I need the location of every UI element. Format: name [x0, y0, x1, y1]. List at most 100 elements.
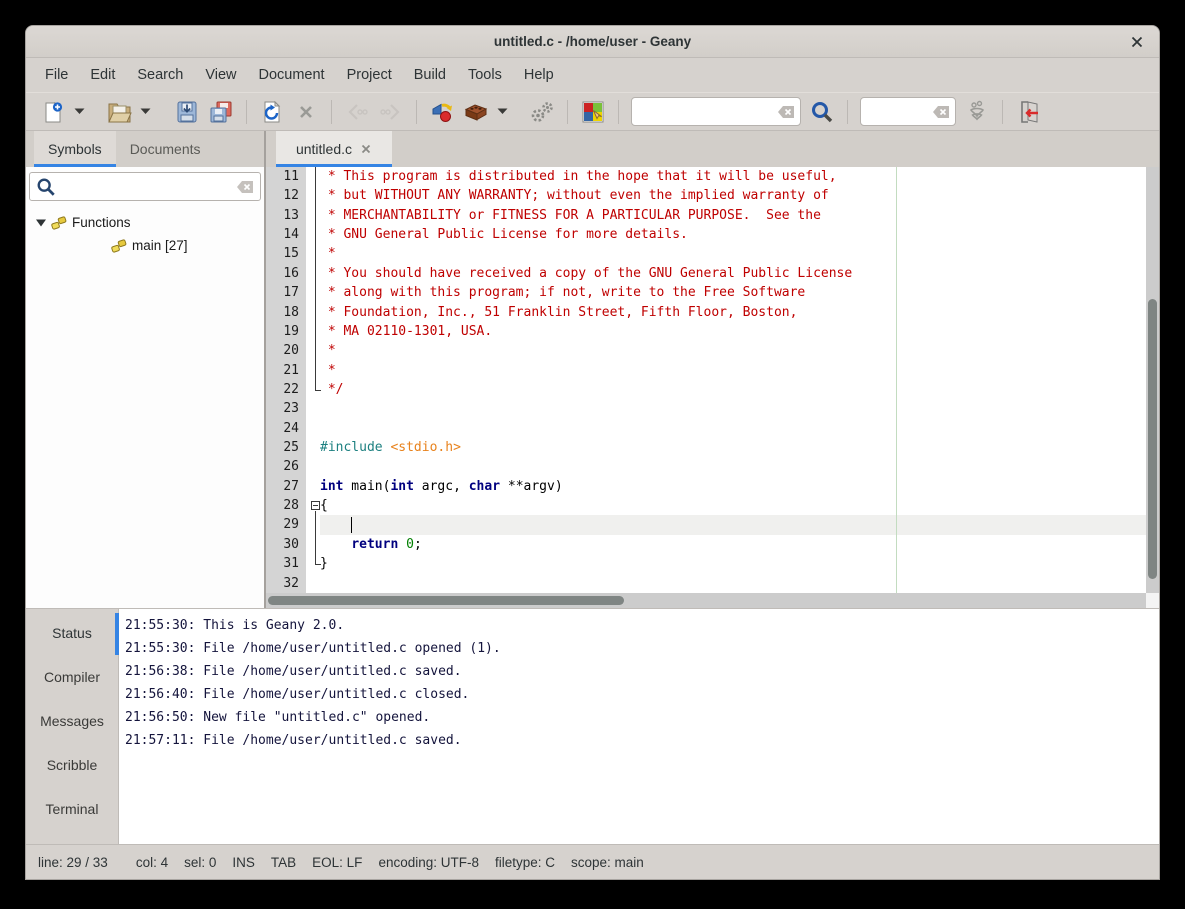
save-icon	[175, 100, 199, 124]
goto-line-button[interactable]	[960, 96, 994, 128]
line-number: 14	[266, 225, 306, 244]
bottom-tab-messages[interactable]: Messages	[26, 699, 118, 743]
fold-margin	[306, 574, 320, 593]
code-line[interactable]: 19 * MA 02110-1301, USA.	[266, 322, 1159, 341]
menu-file[interactable]: File	[34, 61, 79, 89]
code-line[interactable]: 21 *	[266, 361, 1159, 380]
navigate-back-button[interactable]	[340, 96, 374, 128]
bottom-tab-status[interactable]: Status	[26, 611, 118, 655]
menu-search[interactable]: Search	[126, 61, 194, 89]
new-file-button[interactable]	[36, 96, 70, 128]
save-all-button[interactable]	[204, 96, 238, 128]
new-file-menu-button[interactable]	[70, 96, 88, 128]
menu-document[interactable]: Document	[248, 61, 336, 89]
vertical-scrollbar-thumb[interactable]	[1148, 299, 1157, 579]
code-line[interactable]: 23	[266, 399, 1159, 418]
expander-icon[interactable]	[36, 219, 46, 227]
clear-entry-icon[interactable]	[932, 105, 950, 119]
toolbar-search-entry[interactable]	[631, 97, 801, 126]
navigate-forward-button[interactable]	[374, 96, 408, 128]
fold-margin	[306, 399, 320, 418]
menu-project[interactable]: Project	[336, 61, 403, 89]
code-line[interactable]: 14 * GNU General Public License for more…	[266, 225, 1159, 244]
quit-button[interactable]	[1011, 96, 1045, 128]
code-line[interactable]: 20 *	[266, 341, 1159, 360]
fold-margin	[306, 457, 320, 476]
clear-entry-icon[interactable]	[236, 180, 254, 194]
horizontal-scrollbar-thumb[interactable]	[268, 596, 624, 605]
bottom-tab-terminal[interactable]: Terminal	[26, 787, 118, 831]
code-line[interactable]: 24	[266, 419, 1159, 438]
code-text	[320, 457, 1159, 476]
sidebar-tab-symbols[interactable]: Symbols	[34, 131, 116, 167]
clear-entry-icon[interactable]	[777, 105, 795, 119]
code-line[interactable]: 13 * MERCHANTABILITY or FITNESS FOR A PA…	[266, 206, 1159, 225]
line-number: 31	[266, 554, 306, 573]
sidebar-tab-documents[interactable]: Documents	[116, 131, 215, 167]
menu-tools[interactable]: Tools	[457, 61, 513, 89]
vertical-scrollbar[interactable]	[1146, 167, 1159, 593]
menu-build[interactable]: Build	[403, 61, 457, 89]
save-button[interactable]	[170, 96, 204, 128]
code-line[interactable]: 18 * Foundation, Inc., 51 Franklin Stree…	[266, 303, 1159, 322]
code-line[interactable]: 27int main(int argc, char **argv)	[266, 477, 1159, 496]
code-line[interactable]: 11 * This program is distributed in the …	[266, 167, 1159, 186]
statusbar-item: TAB	[271, 855, 296, 870]
status-message: 21:56:50: New file "untitled.c" opened.	[125, 706, 1159, 729]
color-chooser-icon	[581, 100, 605, 124]
statusbar-item: encoding: UTF-8	[378, 855, 479, 870]
window-close-button[interactable]	[1125, 30, 1149, 54]
code-line[interactable]: 29	[266, 515, 1159, 534]
close-tab-icon[interactable]	[360, 143, 372, 155]
bottom-tab-scribble[interactable]: Scribble	[26, 743, 118, 787]
code-line[interactable]: 22 */	[266, 380, 1159, 399]
compile-button[interactable]	[425, 96, 459, 128]
build-menu-button[interactable]	[493, 96, 511, 128]
code-line[interactable]: 32	[266, 574, 1159, 593]
chevron-down-icon	[140, 108, 151, 115]
status-message: 21:56:38: File /home/user/untitled.c sav…	[125, 660, 1159, 683]
find-button[interactable]	[805, 96, 839, 128]
code-line[interactable]: 30 return 0;	[266, 535, 1159, 554]
close-document-button[interactable]	[289, 96, 323, 128]
code-area[interactable]: 11 * This program is distributed in the …	[266, 167, 1159, 593]
titlebar[interactable]: untitled.c - /home/user - Geany	[26, 26, 1159, 58]
open-file-menu-button[interactable]	[136, 96, 154, 128]
code-line[interactable]: 15 *	[266, 244, 1159, 263]
revert-button[interactable]	[255, 96, 289, 128]
code-line[interactable]: 26	[266, 457, 1159, 476]
statusbar-item: INS	[232, 855, 255, 870]
fold-margin	[306, 303, 320, 322]
code-line[interactable]: 12 * but WITHOUT ANY WARRANTY; without e…	[266, 186, 1159, 205]
symbol-filter-input[interactable]	[61, 179, 236, 194]
bottom-tab-compiler[interactable]: Compiler	[26, 655, 118, 699]
fold-collapse-icon[interactable]	[311, 501, 320, 510]
fold-margin[interactable]	[306, 496, 320, 515]
menu-edit[interactable]: Edit	[79, 61, 126, 89]
goto-line-input[interactable]	[866, 104, 932, 119]
horizontal-scrollbar[interactable]	[266, 593, 1159, 608]
search-input[interactable]	[637, 104, 777, 119]
code-line[interactable]: 25#include <stdio.h>	[266, 438, 1159, 457]
symbol-filter-entry[interactable]	[29, 172, 261, 201]
code-line[interactable]: 28{	[266, 496, 1159, 515]
code-line[interactable]: 17 * along with this program; if not, wr…	[266, 283, 1159, 302]
code-text: }	[320, 554, 1159, 573]
goto-line-entry[interactable]	[860, 97, 956, 126]
search-icon	[810, 100, 834, 124]
editor: untitled.c 11 * This program is distribu…	[266, 131, 1159, 608]
build-button[interactable]	[459, 96, 493, 128]
color-chooser-button[interactable]	[576, 96, 610, 128]
menu-help[interactable]: Help	[513, 61, 565, 89]
fold-margin	[306, 380, 320, 399]
document-tab-untitled[interactable]: untitled.c	[276, 131, 392, 167]
open-file-button[interactable]	[102, 96, 136, 128]
tree-item-main[interactable]: main [27]	[29, 234, 261, 257]
code-line[interactable]: 16 * You should have received a copy of …	[266, 264, 1159, 283]
code-line[interactable]: 31}	[266, 554, 1159, 573]
execute-button[interactable]	[525, 96, 559, 128]
code-text: * Foundation, Inc., 51 Franklin Street, …	[320, 303, 1159, 322]
document-tabstrip: untitled.c	[266, 131, 1159, 167]
tree-item-functions[interactable]: Functions	[29, 211, 261, 234]
menu-view[interactable]: View	[194, 61, 247, 89]
